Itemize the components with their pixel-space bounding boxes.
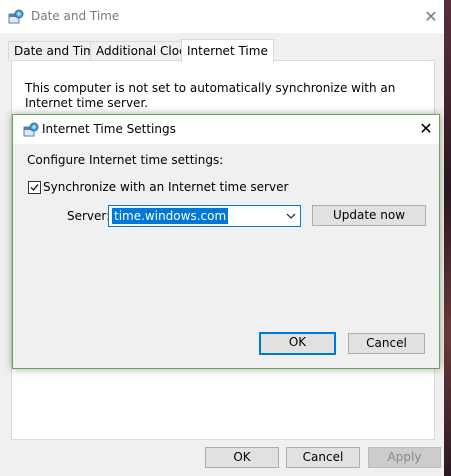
dialog-title: Internet Time Settings xyxy=(42,122,176,136)
sync-checkbox-label[interactable]: Synchronize with an Internet time server xyxy=(43,180,288,194)
sync-status-text: This computer is not set to automaticall… xyxy=(25,81,396,110)
apply-button[interactable]: Apply xyxy=(368,447,441,468)
server-label: Server: xyxy=(67,209,111,223)
checkmark-icon xyxy=(30,184,39,192)
date-time-globe-icon xyxy=(23,122,39,138)
server-value[interactable]: time.windows.com xyxy=(112,208,229,224)
desktop-background xyxy=(444,0,451,476)
chevron-down-icon[interactable] xyxy=(284,208,298,224)
title-bar: Date and Time ✕ xyxy=(0,0,444,33)
internet-time-settings-dialog: Internet Time Settings ✕ Configure Inter… xyxy=(12,114,440,369)
window-title: Date and Time xyxy=(31,9,120,23)
close-icon[interactable]: ✕ xyxy=(415,118,437,140)
tab-internet-time[interactable]: Internet Time xyxy=(181,39,274,62)
cancel-button[interactable]: Cancel xyxy=(286,447,360,468)
close-icon[interactable]: ✕ xyxy=(418,6,444,28)
update-now-button[interactable]: Update now xyxy=(312,205,426,226)
dialog-ok-button[interactable]: OK xyxy=(259,332,336,355)
dialog-heading: Configure Internet time settings: xyxy=(27,153,224,167)
ok-button[interactable]: OK xyxy=(205,447,279,468)
dialog-title-bar: Internet Time Settings ✕ xyxy=(13,115,439,144)
date-time-globe-icon xyxy=(8,9,24,25)
dialog-cancel-button[interactable]: Cancel xyxy=(348,333,425,354)
server-combobox[interactable]: time.windows.com xyxy=(108,205,301,227)
sync-checkbox[interactable] xyxy=(28,181,41,194)
